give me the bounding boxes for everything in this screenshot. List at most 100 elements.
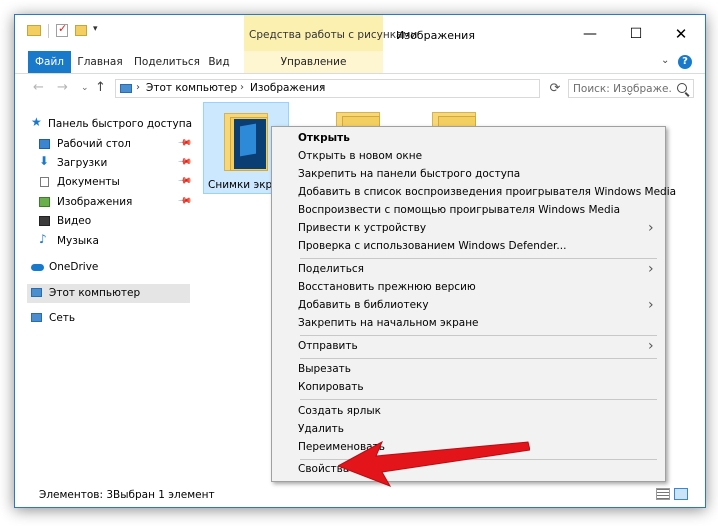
tab-view[interactable]: Вид	[204, 51, 234, 73]
refresh-icon[interactable]: ⟳	[544, 79, 566, 98]
menu-separator	[300, 335, 657, 336]
nav-item-onedrive[interactable]: OneDrive	[27, 258, 190, 277]
menu-item-label: Удалить	[298, 423, 344, 435]
menu-separator	[300, 399, 657, 400]
menu-item-play-with-wmp[interactable]: Воспроизвести с помощью проигрывателя Wi…	[274, 202, 663, 220]
computer-icon	[31, 288, 42, 297]
menu-item-copy[interactable]: Копировать	[274, 379, 663, 397]
menu-item-label: Создать ярлык	[298, 405, 382, 417]
menu-item-pin-start[interactable]: Закрепить на начальном экране	[274, 315, 663, 333]
menu-item-label: Добавить в библиотеку	[298, 299, 429, 311]
nav-item-label: Изображения	[57, 196, 133, 208]
nav-item-desktop[interactable]: Рабочий стол 📌	[27, 135, 192, 154]
nav-item-quick-access[interactable]: ★ Панель быстрого доступа	[27, 115, 193, 134]
nav-item-label: Музыка	[57, 235, 99, 247]
menu-item-open[interactable]: Открыть	[274, 130, 663, 148]
menu-item-label: Проверка с использованием Windows Defend…	[298, 240, 567, 252]
menu-item-label: Копировать	[298, 381, 364, 393]
chevron-right-icon: ›	[648, 261, 654, 277]
annotation-arrow	[338, 440, 530, 487]
menu-item-send-to[interactable]: Отправить ›	[274, 338, 663, 356]
menu-item-label: Восстановить прежнюю версию	[298, 281, 476, 293]
menu-item-label: Добавить в список воспроизведения проигр…	[298, 186, 677, 198]
breadcrumb-this-pc[interactable]: Этот компьютер	[146, 82, 237, 94]
close-button[interactable]: ✕	[661, 23, 701, 45]
menu-item-cast-to-device[interactable]: Привести к устройству ›	[274, 220, 663, 238]
breadcrumb-separator[interactable]: ›	[136, 82, 140, 93]
menu-item-label: Вырезать	[298, 363, 351, 375]
ribbon-tabs: Файл Главная Поделиться Вид Управление ⌄…	[15, 51, 705, 74]
menu-item-pin-quick-access[interactable]: Закрепить на панели быстрого доступа	[274, 166, 663, 184]
tab-share[interactable]: Поделиться	[134, 51, 200, 73]
back-button[interactable]: ←	[33, 80, 44, 95]
chevron-right-icon: ›	[648, 297, 654, 313]
menu-item-label: Отправить	[298, 340, 358, 352]
search-box[interactable]	[568, 79, 694, 98]
address-bar[interactable]: › Этот компьютер › Изображения › ⌄	[115, 79, 634, 98]
computer-icon	[120, 84, 132, 93]
nav-item-label: OneDrive	[49, 261, 99, 273]
picture-tools-header: Средства работы с рисунками	[244, 15, 417, 51]
menu-item-scan-defender[interactable]: Проверка с использованием Windows Defend…	[274, 238, 663, 256]
download-icon: ⬇	[39, 154, 50, 168]
recent-locations-icon[interactable]: ⌄	[81, 83, 89, 93]
details-view-icon[interactable]	[656, 488, 670, 500]
nav-item-label: Панель быстрого доступа	[48, 118, 193, 130]
tab-manage[interactable]: Управление	[244, 51, 383, 73]
nav-item-label: Видео	[57, 215, 92, 227]
search-input[interactable]	[573, 81, 671, 96]
customize-quick-access-icon[interactable]: ▾	[93, 24, 98, 34]
nav-item-this-pc[interactable]: Этот компьютер	[27, 284, 190, 303]
menu-item-cut[interactable]: Вырезать	[274, 361, 663, 379]
menu-separator	[300, 358, 657, 359]
breadcrumb-separator[interactable]: ›	[320, 82, 324, 93]
minimize-button[interactable]: —	[570, 23, 610, 45]
collapse-ribbon-icon[interactable]: ⌄	[661, 55, 669, 66]
star-icon: ★	[31, 115, 42, 129]
menu-item-add-to-library[interactable]: Добавить в библиотеку ›	[274, 297, 663, 315]
cloud-icon	[31, 264, 44, 271]
nav-item-video[interactable]: Видео	[27, 212, 190, 231]
forward-button[interactable]: →	[57, 80, 68, 95]
tab-file[interactable]: Файл	[28, 51, 71, 73]
menu-item-label: Открыть в новом окне	[298, 150, 423, 162]
menu-item-label: Закрепить на панели быстрого доступа	[298, 168, 521, 180]
menu-separator	[300, 258, 657, 259]
menu-item-label: Закрепить на начальном экране	[298, 317, 479, 329]
search-icon	[677, 83, 687, 93]
chevron-right-icon: ›	[648, 220, 654, 236]
nav-item-downloads[interactable]: ⬇ Загрузки 📌	[27, 154, 192, 173]
tab-home[interactable]: Главная	[75, 51, 125, 73]
menu-item-open-new-window[interactable]: Открыть в новом окне	[274, 148, 663, 166]
maximize-button[interactable]: ☐	[616, 23, 656, 45]
menu-item-share[interactable]: Поделиться ›	[274, 261, 663, 279]
nav-item-music[interactable]: ♪ Музыка	[27, 232, 190, 251]
address-row: ← → ⌄ ↑ › Этот компьютер › Изображения ›…	[15, 74, 705, 102]
navigation-pane: ★ Панель быстрого доступа Рабочий стол 📌…	[15, 102, 193, 482]
items-count: Элементов: 3	[39, 489, 114, 501]
properties-quick-icon[interactable]	[56, 22, 68, 37]
large-icons-view-icon[interactable]	[674, 488, 688, 500]
nav-item-documents[interactable]: Документы 📌	[27, 173, 192, 192]
nav-item-label: Рабочий стол	[57, 138, 131, 150]
nav-item-label: Сеть	[49, 312, 76, 324]
menu-item-label: Поделиться	[298, 263, 364, 275]
menu-item-add-to-wmp-list[interactable]: Добавить в список воспроизведения проигр…	[274, 184, 676, 202]
menu-item-restore-version[interactable]: Восстановить прежнюю версию	[274, 279, 663, 297]
menu-item-create-shortcut[interactable]: Создать ярлык	[274, 403, 663, 421]
video-icon	[39, 216, 50, 226]
breadcrumb-pictures[interactable]: Изображения	[250, 82, 325, 94]
pictures-icon	[39, 197, 50, 207]
help-icon[interactable]: ?	[678, 55, 692, 69]
new-folder-quick-icon[interactable]	[75, 25, 87, 36]
picture-tools-label: Средства работы с рисунками	[249, 29, 418, 41]
nav-item-label: Этот компьютер	[49, 287, 141, 299]
nav-item-pictures[interactable]: Изображения 📌	[27, 193, 192, 212]
breadcrumb-separator[interactable]: ›	[240, 82, 244, 93]
selected-count: Выбран 1 элемент	[113, 489, 215, 501]
nav-item-network[interactable]: Сеть	[27, 309, 190, 328]
context-menu: Открыть Открыть в новом окне Закрепить н…	[271, 126, 676, 482]
documents-icon	[40, 177, 49, 187]
up-button[interactable]: ↑	[95, 80, 106, 95]
menu-item-label: Привести к устройству	[298, 222, 427, 234]
